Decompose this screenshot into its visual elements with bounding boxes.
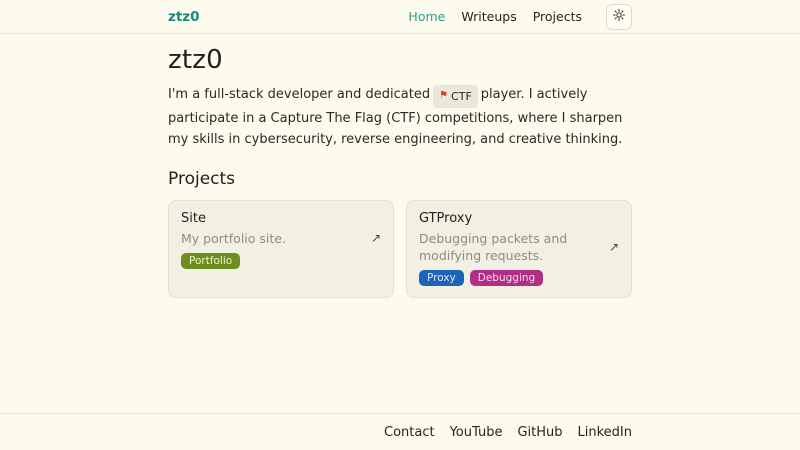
tag-proxy: Proxy: [419, 270, 464, 287]
nav-item-home[interactable]: Home: [408, 9, 445, 24]
projects-heading: Projects: [168, 169, 632, 189]
projects-grid: Site My portfolio site. ↗ Portfolio GTPr…: [168, 200, 632, 299]
project-description: My portfolio site.: [181, 230, 286, 247]
flag-icon: ⚑: [439, 91, 448, 101]
ctf-badge: ⚑CTF: [433, 85, 478, 108]
project-card-site[interactable]: Site My portfolio site. ↗ Portfolio: [168, 200, 394, 299]
nav-item-projects[interactable]: Projects: [533, 9, 582, 24]
site-footer: Contact YouTube GitHub LinkedIn: [0, 413, 800, 450]
footer-link-contact[interactable]: Contact: [384, 425, 435, 440]
ctf-badge-label: CTF: [451, 86, 472, 107]
project-card-gtproxy[interactable]: GTProxy Debugging packets and modifying …: [406, 200, 632, 299]
sun-icon: [612, 8, 626, 25]
intro-text-before: I'm a full-stack developer and dedicated: [168, 87, 430, 102]
arrow-up-right-icon[interactable]: ↗: [371, 232, 381, 244]
tag-debugging: Debugging: [470, 270, 543, 287]
footer-link-github[interactable]: GitHub: [517, 425, 562, 440]
main-content: ztz0 I'm a full-stack developer and dedi…: [0, 34, 800, 413]
theme-toggle-button[interactable]: [606, 4, 632, 30]
arrow-up-right-icon[interactable]: ↗: [609, 241, 619, 253]
footer-link-linkedin[interactable]: LinkedIn: [578, 425, 632, 440]
project-title: GTProxy: [419, 211, 619, 227]
project-description: Debugging packets and modifying requests…: [419, 230, 605, 264]
project-tags: Proxy Debugging: [419, 270, 619, 287]
nav-item-writeups[interactable]: Writeups: [461, 9, 516, 24]
footer-link-youtube[interactable]: YouTube: [450, 425, 503, 440]
main-nav: Home Writeups Projects: [408, 4, 632, 30]
page-title: ztz0: [168, 45, 632, 75]
project-title: Site: [181, 211, 381, 227]
logo[interactable]: ztz0: [168, 9, 200, 25]
intro-paragraph: I'm a full-stack developer and dedicated…: [168, 84, 632, 150]
tag-portfolio: Portfolio: [181, 253, 240, 270]
project-tags: Portfolio: [181, 253, 381, 270]
site-header: ztz0 Home Writeups Projects: [0, 0, 800, 34]
